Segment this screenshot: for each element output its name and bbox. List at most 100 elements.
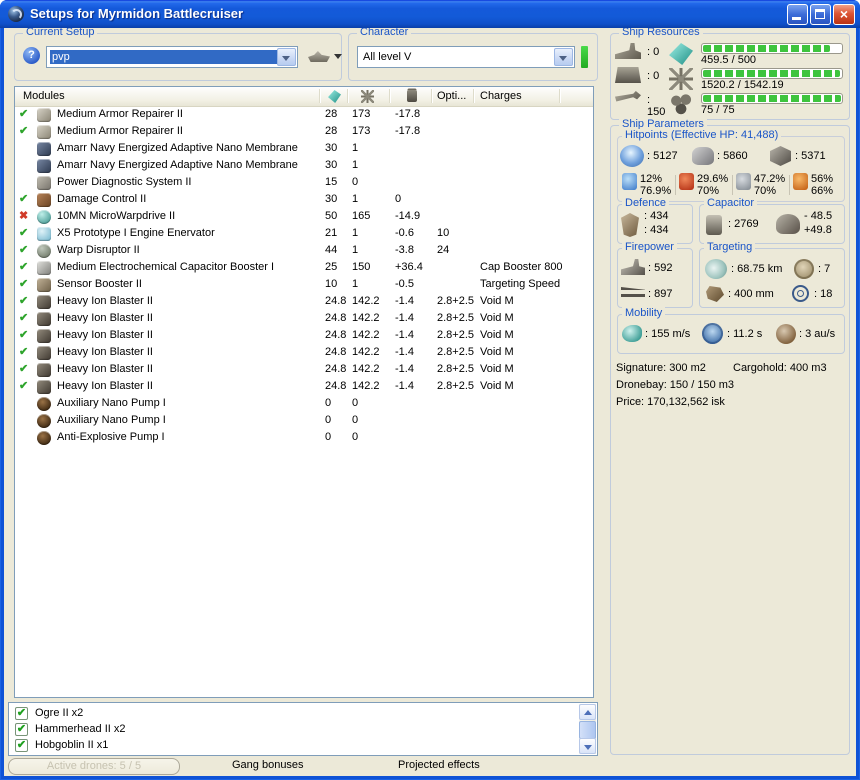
scroll-down-button[interactable]: [579, 738, 596, 754]
signature-stat: Signature: 300 m2: [616, 362, 706, 374]
module-row[interactable]: ✔ Damage Control II 30 1 0: [15, 191, 593, 208]
module-row[interactable]: ✔ Medium Armor Repairer II 28 173 -17.8: [15, 106, 593, 123]
drone-items: ✔ Ogre II x2 ✔ Hammerhead II x2 ✔ Hobgoblin I…: [9, 706, 579, 754]
anti-explosive-pump-icon: [37, 431, 51, 445]
module-row[interactable]: ✔ Heavy Ion Blaster II 24.8 142.2 -1.4 2.8+2.…: [15, 378, 593, 395]
close-button[interactable]: ×: [833, 4, 855, 25]
module-optimal: 2.8+2.5: [437, 312, 475, 324]
character-combobox[interactable]: All level V: [357, 46, 575, 68]
module-row[interactable]: ✔ Sensor Booster II 10 1 -0.5 Targeting Speed: [15, 276, 593, 293]
module-row[interactable]: ✔ Heavy Ion Blaster II 24.8 142.2 -1.4 2.8+2.…: [15, 361, 593, 378]
module-row[interactable]: Amarr Navy Energized Adaptive Nano Membr…: [15, 157, 593, 174]
module-powergrid: 150: [352, 261, 371, 273]
drone-checkbox[interactable]: ✔: [15, 707, 28, 720]
module-powergrid: 1: [352, 142, 359, 154]
module-row[interactable]: ✔ Heavy Ion Blaster II 24.8 142.2 -1.4 2.8+2.…: [15, 327, 593, 344]
drone-row[interactable]: ✔ Hammerhead II x2: [9, 722, 579, 738]
module-row[interactable]: Auxiliary Nano Pump I 0 0: [15, 395, 593, 412]
module-row[interactable]: Anti-Explosive Pump I 0 0: [15, 429, 593, 446]
drone-checkbox[interactable]: ✔: [15, 723, 28, 736]
module-row[interactable]: Auxiliary Nano Pump I 0 0: [15, 412, 593, 429]
module-row[interactable]: ✔ Heavy Ion Blaster II 24.8 142.2 -1.4 2.8+2.…: [15, 344, 593, 361]
module-name: Sensor Booster II: [57, 278, 142, 290]
minimize-button[interactable]: [787, 4, 808, 25]
align-time-value: : 11.2 s: [727, 328, 763, 340]
capacitor-label: Capacitor: [704, 197, 758, 209]
arrow-down-icon: [584, 745, 592, 750]
defence-icon: [621, 213, 639, 237]
speed-icon: [622, 325, 642, 342]
cap-booster-icon: [37, 261, 51, 275]
drone-label: Ogre II x2: [35, 707, 84, 719]
resource-bar-value: 1520.2 / 1542.19: [701, 79, 784, 91]
blaster-icon: [37, 363, 51, 377]
damage-control-icon: [37, 193, 51, 207]
cpu-icon: [669, 43, 693, 65]
firepower-group: Firepower : 592 : 897: [617, 241, 693, 308]
module-cpu: 0: [325, 397, 332, 409]
module-name: Heavy Ion Blaster II: [57, 380, 153, 392]
module-cpu: 24.8: [325, 295, 347, 307]
module-row[interactable]: ✔ X5 Prototype I Engine Enervator 21 1 -0.6 1…: [15, 225, 593, 242]
blaster-icon: [37, 295, 51, 309]
module-powergrid: 142.2: [352, 312, 380, 324]
character-group: Character All level V: [348, 28, 598, 81]
help-icon[interactable]: ?: [23, 47, 40, 64]
maximize-icon: [815, 9, 825, 19]
power-diagnostic-icon: [37, 176, 51, 190]
module-cap-use: -17.8: [395, 108, 421, 120]
drones-scrollbar[interactable]: [579, 704, 596, 754]
hardpoints-column: : 0: 0: 150: [611, 41, 669, 118]
character-combobox-dropdown[interactable]: [554, 48, 573, 66]
drone-row[interactable]: ✔ Hobgoblin II x1: [9, 738, 579, 754]
scroll-up-button[interactable]: [579, 704, 596, 720]
tab-active-drones[interactable]: Active drones: 5 / 5: [8, 758, 180, 775]
module-cpu: 15: [325, 176, 338, 188]
stasis-enervator-icon: [37, 227, 51, 241]
check-icon: ✔: [19, 295, 29, 307]
module-cpu: 21: [325, 227, 338, 239]
drone-checkbox[interactable]: ✔: [15, 739, 28, 752]
hardpoint-row: : 0: [611, 41, 669, 65]
check-icon: ✔: [19, 278, 29, 290]
ship-menu-button[interactable]: [306, 45, 344, 69]
chevron-down-icon: [334, 54, 342, 59]
nano-membrane-icon: [37, 159, 51, 173]
chevron-down-icon: [282, 56, 290, 61]
module-row[interactable]: ✔ Heavy Ion Blaster II 24.8 142.2 -1.4 2.8+2.…: [15, 293, 593, 310]
armor-repairer-icon: [37, 125, 51, 139]
module-name: X5 Prototype I Engine Enervator: [57, 227, 215, 239]
capacitor-amount: : 2769: [728, 218, 759, 230]
title-bar[interactable]: Setups for Myrmidon Battlecruiser ×: [0, 0, 860, 28]
defence-group: Defence : 434 : 434: [617, 197, 693, 244]
maximize-button[interactable]: [810, 4, 831, 25]
check-icon: ✔: [19, 244, 29, 256]
module-row[interactable]: ✔ Heavy Ion Blaster II 24.8 142.2 -1.4 2.8+2.…: [15, 310, 593, 327]
drone-label: Hammerhead II x2: [35, 723, 126, 735]
module-cpu: 24.8: [325, 312, 347, 324]
module-charge: Cap Booster 800: [480, 261, 563, 273]
mobility-label: Mobility: [622, 307, 666, 319]
ship-icon: [308, 51, 330, 62]
sensor-strength-icon: [794, 259, 814, 279]
tab-gang-bonuses[interactable]: Gang bonuses: [232, 759, 304, 771]
module-row[interactable]: ✔ Warp Disruptor II 44 1 -3.8 24: [15, 242, 593, 259]
module-cpu: 0: [325, 431, 332, 443]
column-separator: [319, 89, 320, 103]
module-row[interactable]: ✔ Medium Armor Repairer II 28 173 -17.8: [15, 123, 593, 140]
column-separator: [473, 89, 474, 103]
modules-list-header[interactable]: Modules Opti... Charges: [15, 87, 593, 107]
setup-combobox[interactable]: pvp: [46, 46, 298, 68]
module-row[interactable]: ✖ 10MN MicroWarpdrive II 50 165 -14.9: [15, 208, 593, 225]
module-row[interactable]: Power Diagnostic System II 15 0: [15, 174, 593, 191]
drone-row[interactable]: ✔ Ogre II x2: [9, 706, 579, 722]
module-row[interactable]: Amarr Navy Energized Adaptive Nano Membr…: [15, 140, 593, 157]
module-powergrid: 1: [352, 227, 359, 239]
resist-current: 12%: [640, 173, 663, 185]
module-row[interactable]: ✔ Medium Electrochemical Capacitor Booste…: [15, 259, 593, 276]
scroll-thumb[interactable]: [579, 721, 596, 739]
tab-projected-effects[interactable]: Projected effects: [398, 759, 480, 771]
setup-combobox-dropdown[interactable]: [277, 48, 296, 66]
nano-pump-icon: [37, 414, 51, 428]
resist-effective: 76.9%: [640, 185, 672, 197]
